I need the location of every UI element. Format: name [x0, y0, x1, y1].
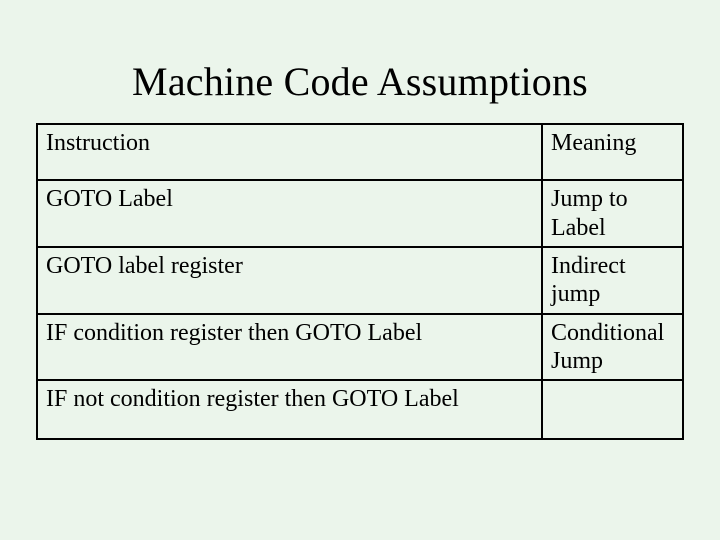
cell-instruction: GOTO Label [37, 180, 542, 247]
slide: Machine Code Assumptions Instruction Mea… [0, 0, 720, 540]
header-instruction: Instruction [37, 124, 542, 180]
cell-instruction: GOTO label register [37, 247, 542, 314]
cell-meaning: Jump to Label [542, 180, 683, 247]
cell-meaning [542, 380, 683, 438]
cell-meaning: Indirect jump [542, 247, 683, 314]
table-container: Instruction Meaning GOTO Label Jump to L… [36, 123, 684, 440]
table-row: IF condition register then GOTO Label Co… [37, 314, 683, 381]
cell-instruction: IF not condition register then GOTO Labe… [37, 380, 542, 438]
header-meaning: Meaning [542, 124, 683, 180]
table-row: GOTO label register Indirect jump [37, 247, 683, 314]
cell-instruction: IF condition register then GOTO Label [37, 314, 542, 381]
page-title: Machine Code Assumptions [0, 0, 720, 123]
table-row: GOTO Label Jump to Label [37, 180, 683, 247]
table-header-row: Instruction Meaning [37, 124, 683, 180]
table-row: IF not condition register then GOTO Labe… [37, 380, 683, 438]
cell-meaning: Conditional Jump [542, 314, 683, 381]
instruction-table: Instruction Meaning GOTO Label Jump to L… [36, 123, 684, 440]
